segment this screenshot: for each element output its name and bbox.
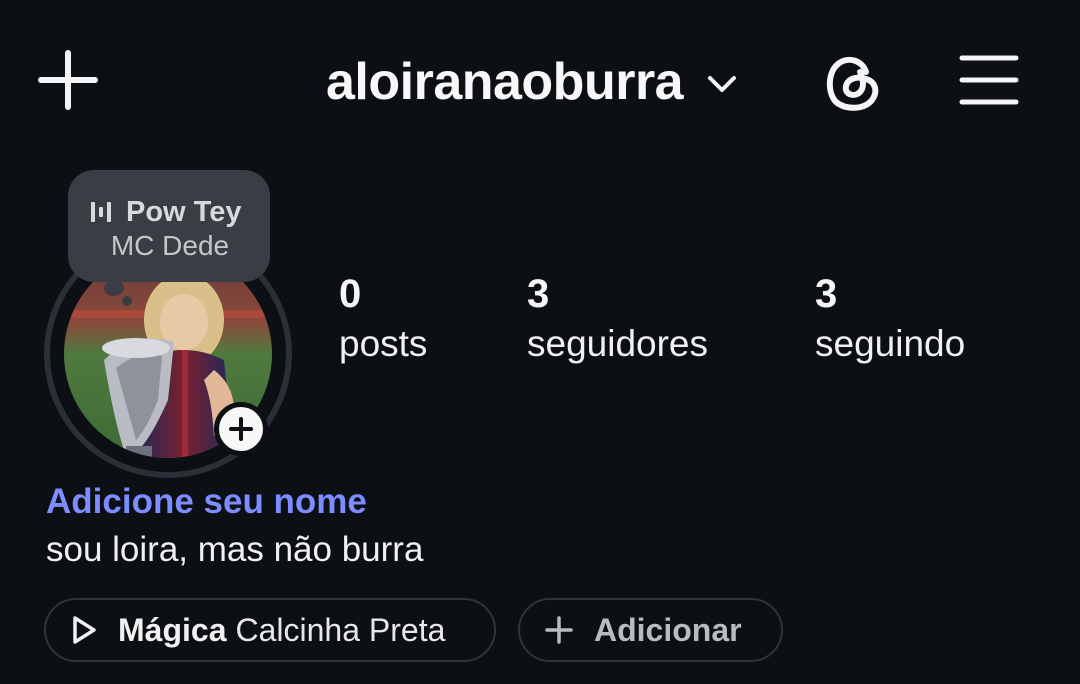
add-button[interactable]: Adicionar	[518, 598, 783, 662]
stat-posts[interactable]: 0 posts	[339, 272, 427, 365]
stat-following-label: seguindo	[815, 323, 966, 364]
add-button-label: Adicionar	[594, 611, 742, 648]
threads-icon	[826, 56, 879, 111]
stat-followers-label: seguidores	[527, 323, 709, 364]
audio-bars-icon	[91, 202, 111, 222]
note-song-row: Pow Tey	[90, 194, 250, 230]
profile-music-button[interactable]: Mágica Calcinha Preta	[44, 598, 496, 662]
stat-posts-count: 0	[339, 272, 362, 316]
stat-following-count: 3	[815, 272, 838, 316]
note-bubble-tail-dot	[122, 296, 132, 306]
plus-icon	[38, 50, 98, 110]
stat-followers[interactable]: 3 seguidores	[527, 272, 708, 365]
note-song: Pow Tey	[126, 195, 242, 228]
create-button[interactable]	[38, 50, 98, 110]
note-artist: MC Dede	[110, 230, 230, 261]
plus-icon	[229, 417, 253, 441]
bio-text: sou loira, mas não burra	[46, 530, 424, 569]
music-artist: Calcinha Preta	[235, 611, 446, 648]
note-bubble-tail	[104, 280, 124, 296]
hamburger-menu-icon	[959, 55, 1019, 105]
account-switcher[interactable]: aloiranaoburra	[326, 52, 737, 112]
stat-posts-label: posts	[339, 323, 428, 364]
stat-following[interactable]: 3 seguindo	[815, 272, 965, 365]
threads-button[interactable]	[822, 50, 884, 112]
add-name-link[interactable]: Adicione seu nome	[46, 482, 367, 522]
chevron-down-icon	[708, 76, 737, 92]
menu-button[interactable]	[958, 52, 1020, 108]
add-story-button[interactable]	[214, 402, 268, 456]
play-icon	[73, 616, 96, 644]
music-song: Mágica	[118, 611, 227, 648]
username: aloiranaoburra	[326, 53, 684, 111]
stat-followers-count: 3	[527, 272, 550, 316]
plus-icon	[545, 616, 573, 644]
